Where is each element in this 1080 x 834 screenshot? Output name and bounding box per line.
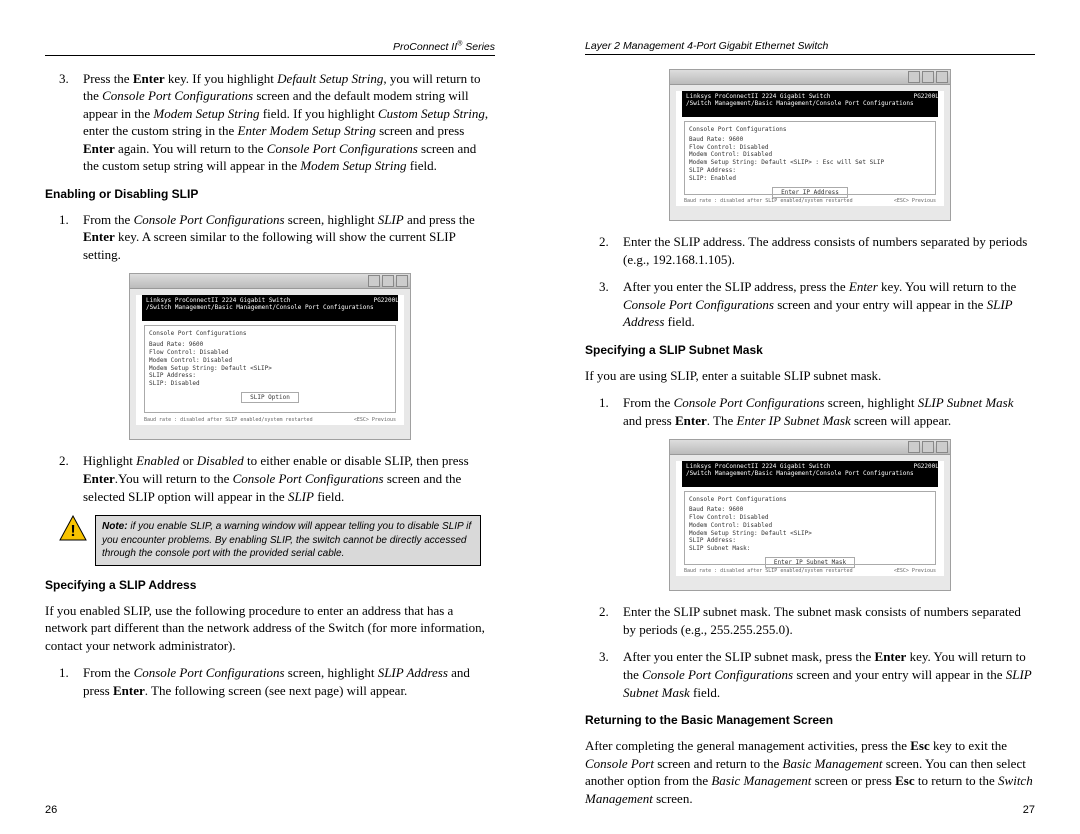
panel-title: Console Port Configurations — [689, 496, 931, 504]
banner-path: /Switch Management/Basic Management/Cons… — [686, 100, 914, 107]
list-number: 1. — [599, 394, 623, 429]
list-text: Press the Enter key. If you highlight De… — [83, 70, 495, 175]
panel-lines: Baud Rate: 9600 Flow Control: Disabled M… — [689, 136, 931, 183]
list-text: After you enter the SLIP subnet mask, pr… — [623, 648, 1035, 701]
paragraph: If you are using SLIP, enter a suitable … — [585, 367, 1035, 385]
terminal-banner: Linksys ProConnectII 2224 Gigabit Switch… — [682, 461, 938, 487]
status-right: <ESC> Previous — [894, 198, 936, 204]
header-text: ProConnect II® Series — [393, 41, 495, 53]
config-panel: Console Port Configurations Baud Rate: 9… — [684, 121, 936, 195]
list-text: Highlight Enabled or Disabled to either … — [83, 452, 495, 505]
note-text: Note: if you enable SLIP, a warning wind… — [95, 515, 481, 566]
banner-model: PG2200L — [914, 463, 938, 485]
list-item: 1. From the Console Port Configurations … — [585, 394, 1035, 429]
list-number: 2. — [599, 603, 623, 638]
paragraph: After completing the general management … — [585, 737, 1035, 807]
panel-lines: Baud Rate: 9600 Flow Control: Disabled M… — [689, 506, 931, 553]
running-header-right: Layer 2 Management 4-Port Gigabit Ethern… — [585, 40, 1035, 55]
max-icon — [922, 441, 934, 453]
window-titlebar — [130, 274, 410, 289]
status-left: Baud rate : disabled after SLIP enabled/… — [684, 198, 853, 204]
list-text: From the Console Port Configurations scr… — [623, 394, 1035, 429]
window-titlebar — [670, 70, 950, 85]
list-item: 3. After you enter the SLIP address, pre… — [585, 278, 1035, 331]
min-icon — [368, 275, 380, 287]
min-icon — [908, 71, 920, 83]
dialog-box: SLIP Option — [241, 392, 299, 403]
page-number: 26 — [45, 804, 57, 816]
list-number: 1. — [59, 211, 83, 264]
dialog-box: Enter IP Subnet Mask — [765, 557, 855, 568]
screenshot-slip-address: Linksys ProConnectII 2224 Gigabit Switch… — [669, 69, 951, 221]
config-panel: Console Port Configurations Baud Rate: 9… — [144, 325, 396, 413]
list-number: 3. — [59, 70, 83, 175]
banner-title: Linksys ProConnectII 2224 Gigabit Switch — [686, 463, 831, 470]
panel-title: Console Port Configurations — [689, 126, 931, 134]
status-right: <ESC> Previous — [354, 417, 396, 423]
terminal-banner: Linksys ProConnectII 2224 Gigabit Switch… — [682, 91, 938, 117]
banner-title: Linksys ProConnectII 2224 Gigabit Switch — [146, 297, 291, 304]
list-number: 2. — [599, 233, 623, 268]
list-item: 3. Press the Enter key. If you highlight… — [45, 70, 495, 175]
status-bar: Baud rate : disabled after SLIP enabled/… — [684, 198, 936, 204]
paragraph: If you enabled SLIP, use the following p… — [45, 602, 495, 655]
status-bar: Baud rate : disabled after SLIP enabled/… — [144, 417, 396, 423]
banner-path: /Switch Management/Basic Management/Cons… — [686, 470, 914, 477]
status-left: Baud rate : disabled after SLIP enabled/… — [144, 417, 313, 423]
panel-lines: Baud Rate: 9600 Flow Control: Disabled M… — [149, 341, 391, 388]
svg-text:!: ! — [70, 523, 75, 540]
list-text: From the Console Port Configurations scr… — [83, 211, 495, 264]
list-number: 2. — [59, 452, 83, 505]
list-number: 1. — [59, 664, 83, 699]
page-26: ProConnect II® Series 3. Press the Enter… — [0, 0, 540, 834]
list-item: 3. After you enter the SLIP subnet mask,… — [585, 648, 1035, 701]
running-header-left: ProConnect II® Series — [45, 40, 495, 56]
note-box: ! Note: if you enable SLIP, a warning wi… — [59, 515, 481, 566]
heading-enable-slip: Enabling or Disabling SLIP — [45, 187, 495, 201]
terminal-banner: Linksys ProConnectII 2224 Gigabit Switch… — [142, 295, 398, 321]
page-27: Layer 2 Management 4-Port Gigabit Ethern… — [540, 0, 1080, 834]
list-number: 3. — [599, 648, 623, 701]
banner-model: PG2200L — [914, 93, 938, 115]
status-bar: Baud rate : disabled after SLIP enabled/… — [684, 568, 936, 574]
list-item: 2. Enter the SLIP subnet mask. The subne… — [585, 603, 1035, 638]
list-item: 2. Enter the SLIP address. The address c… — [585, 233, 1035, 268]
warning-icon: ! — [59, 515, 87, 541]
max-icon — [922, 71, 934, 83]
screenshot-slip-mask: Linksys ProConnectII 2224 Gigabit Switch… — [669, 439, 951, 591]
heading-slip-mask: Specifying a SLIP Subnet Mask — [585, 343, 1035, 357]
panel-title: Console Port Configurations — [149, 330, 391, 338]
list-item: 2. Highlight Enabled or Disabled to eith… — [45, 452, 495, 505]
close-icon — [936, 71, 948, 83]
max-icon — [382, 275, 394, 287]
list-number: 3. — [599, 278, 623, 331]
list-text: Enter the SLIP subnet mask. The subnet m… — [623, 603, 1035, 638]
list-text: Enter the SLIP address. The address cons… — [623, 233, 1035, 268]
status-left: Baud rate : disabled after SLIP enabled/… — [684, 568, 853, 574]
heading-slip-address: Specifying a SLIP Address — [45, 578, 495, 592]
banner-path: /Switch Management/Basic Management/Cons… — [146, 304, 374, 311]
list-text: From the Console Port Configurations scr… — [83, 664, 495, 699]
banner-title: Linksys ProConnectII 2224 Gigabit Switch — [686, 93, 831, 100]
close-icon — [936, 441, 948, 453]
config-panel: Console Port Configurations Baud Rate: 9… — [684, 491, 936, 565]
list-item: 1. From the Console Port Configurations … — [45, 664, 495, 699]
min-icon — [908, 441, 920, 453]
banner-model: PG2200L — [374, 297, 398, 319]
dialog-box: Enter IP Address — [772, 187, 848, 198]
status-right: <ESC> Previous — [894, 568, 936, 574]
window-titlebar — [670, 440, 950, 455]
screenshot-slip: Linksys ProConnectII 2224 Gigabit Switch… — [129, 273, 411, 440]
list-text: After you enter the SLIP address, press … — [623, 278, 1035, 331]
close-icon — [396, 275, 408, 287]
page-number: 27 — [1023, 804, 1035, 816]
heading-return: Returning to the Basic Management Screen — [585, 713, 1035, 727]
list-item: 1. From the Console Port Configurations … — [45, 211, 495, 264]
